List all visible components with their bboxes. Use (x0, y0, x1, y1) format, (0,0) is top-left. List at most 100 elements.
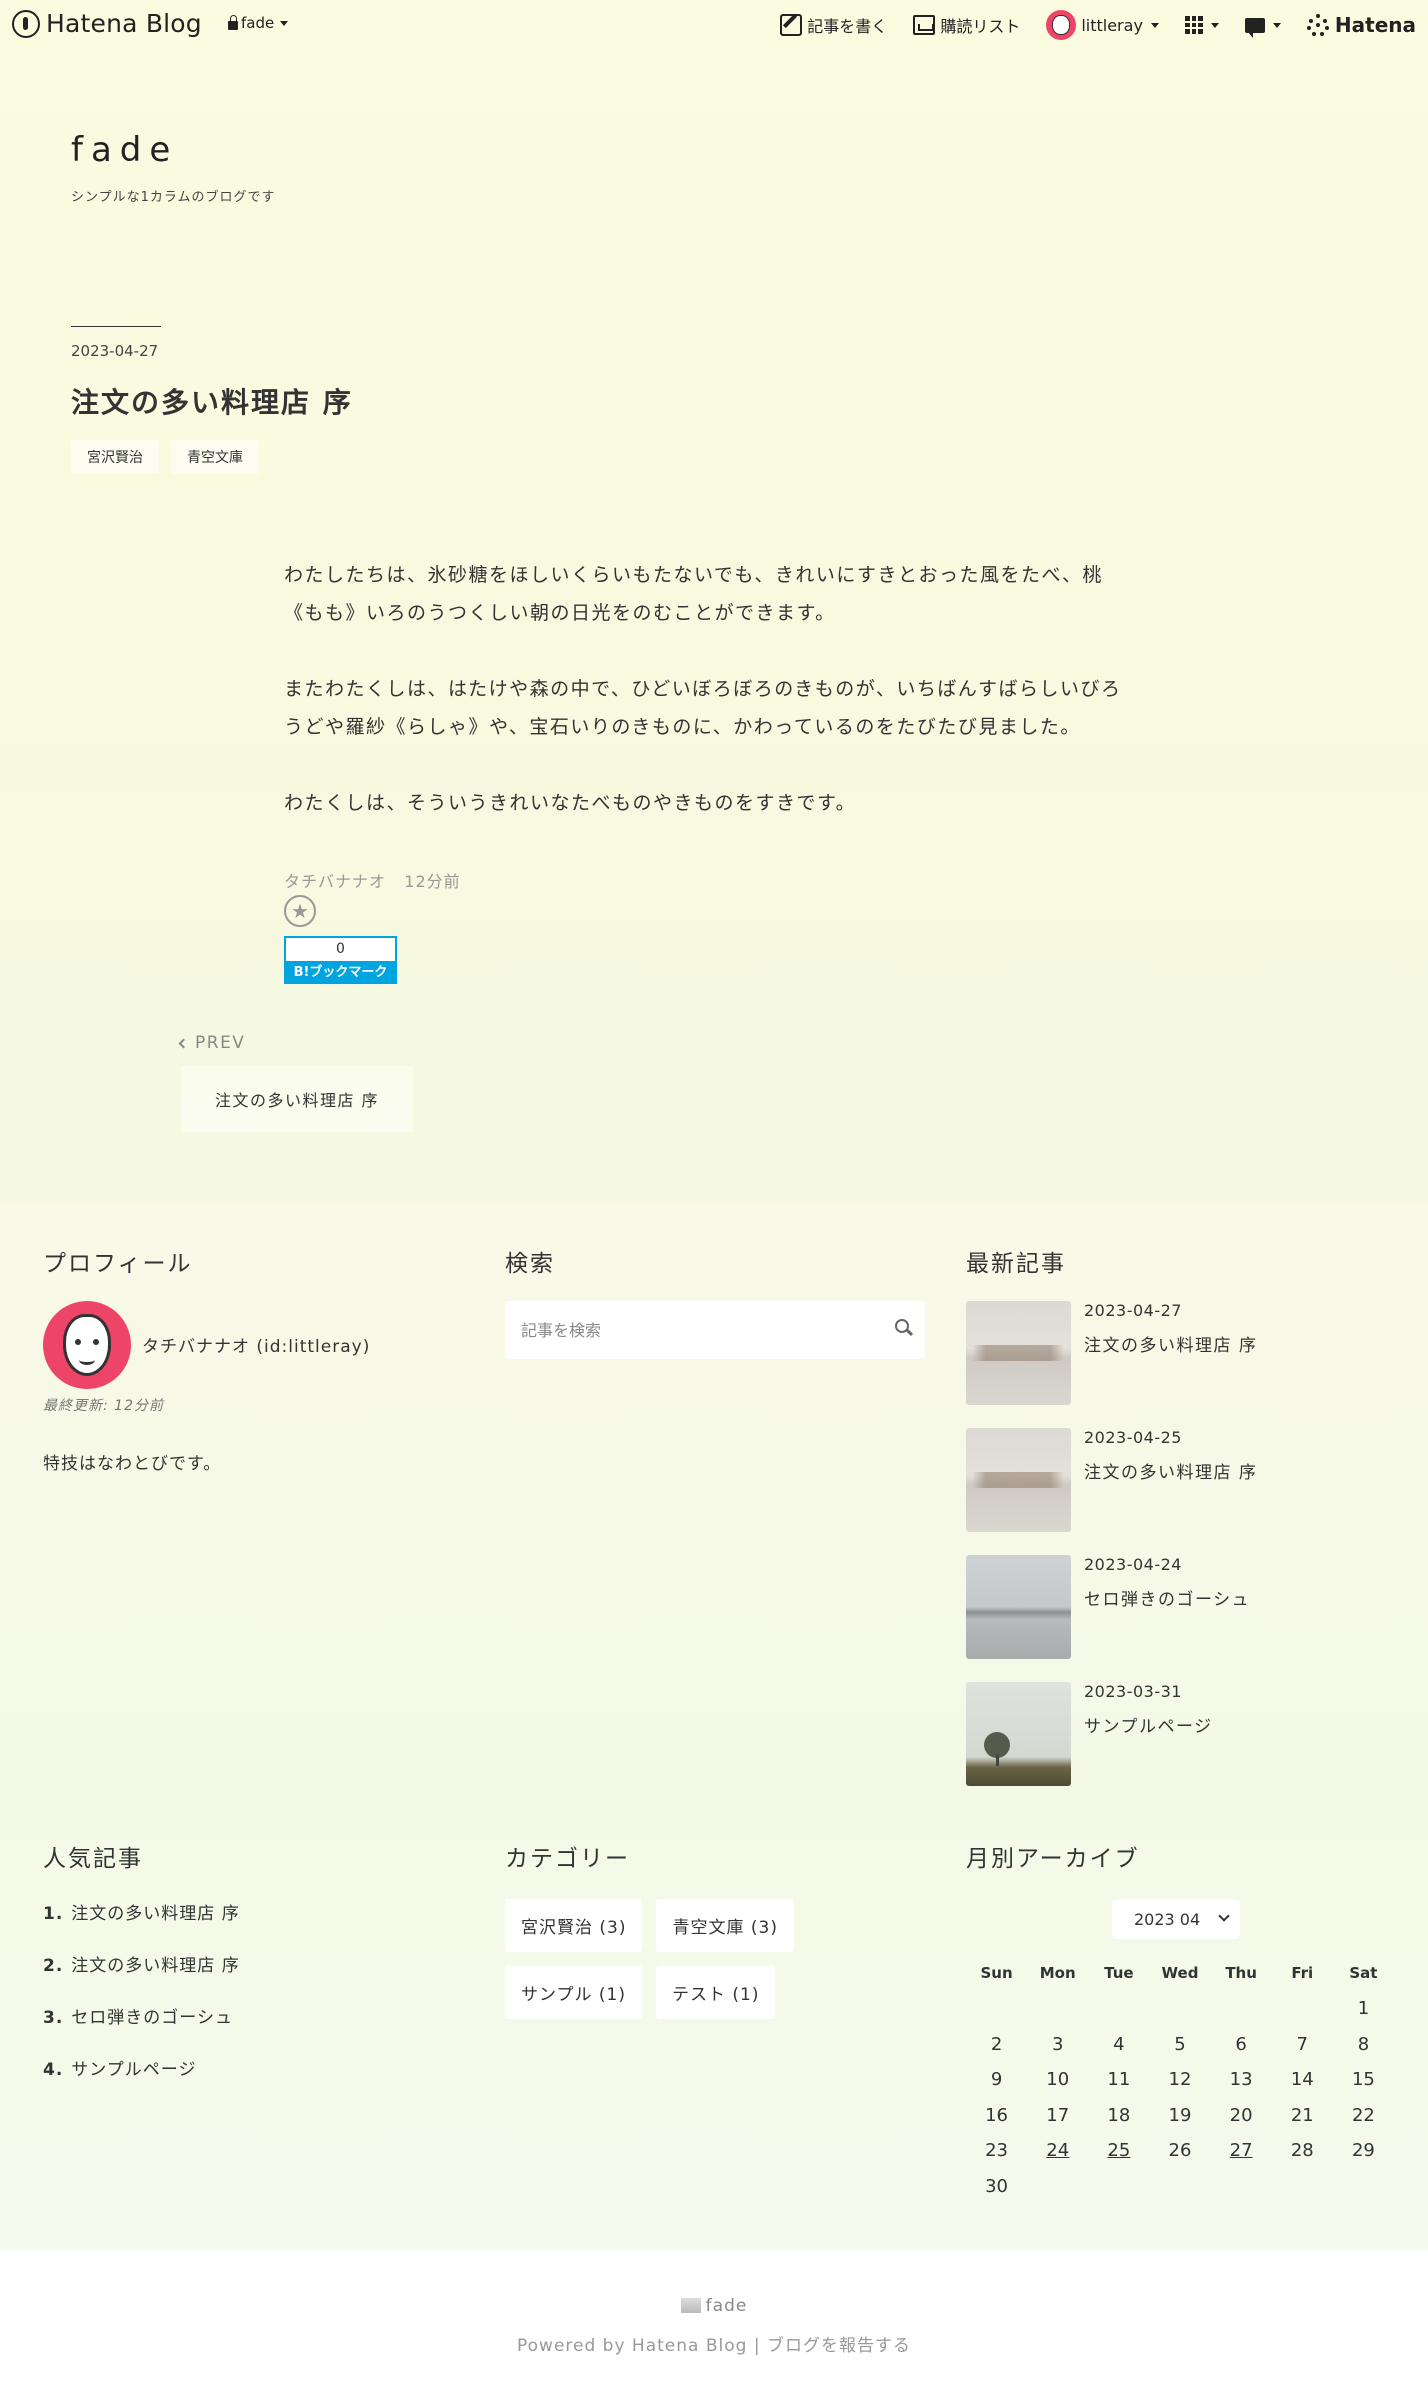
recent-entries-heading: 最新記事 (966, 1251, 1066, 1277)
calendar-weekday: Tue (1104, 1964, 1134, 1982)
calendar-day-link[interactable]: 25 (1088, 2133, 1149, 2169)
footer-powered: Powered by Hatena Blog | ブログを報告する (0, 2331, 1428, 2356)
calendar-day: 5 (1174, 2033, 1186, 2055)
apps-grid-icon (1184, 16, 1203, 34)
recent-entry-thumbnail[interactable] (966, 1682, 1071, 1786)
entry-time-ago[interactable]: 12分前 (404, 872, 460, 891)
popular-entry[interactable]: 2. 注文の多い料理店 序 (43, 1951, 240, 2003)
recent-entry-title[interactable]: 注文の多い料理店 序 (1084, 1331, 1257, 1356)
calendar-day (1088, 2169, 1149, 2205)
reading-list-link[interactable]: 購読リスト (913, 13, 1020, 37)
entry-category-tag[interactable]: 青空文庫 (171, 440, 259, 474)
apps-menu[interactable] (1184, 16, 1219, 34)
category-link[interactable]: サンプル (1) (505, 1966, 642, 2019)
entry-author[interactable]: タチバナナオ (284, 872, 386, 891)
recent-entry-thumbnail[interactable] (966, 1428, 1071, 1532)
profile-heading: プロフィール (43, 1251, 193, 1277)
archive-month-select[interactable]: 2023 04 (1112, 1899, 1240, 1939)
categories-heading: カテゴリー (505, 1846, 630, 1872)
hatena-brand-label: Hatena (1334, 13, 1416, 37)
caret-down-icon (1210, 22, 1219, 28)
calendar-day (1149, 1991, 1210, 2027)
archive-calendar: Sun Mon Tue Wed Thu Fri Sat 1 2 3 4 5 6 7 8 9 10 11 12 13 1… (966, 1955, 1394, 2204)
inbox-icon (913, 15, 936, 35)
calendar-day-link[interactable]: 24 (1027, 2133, 1088, 2169)
recent-entry-thumbnail[interactable] (966, 1301, 1071, 1405)
category-list: 宮沢賢治 (3) 青空文庫 (3) サンプル (1) テスト (1) (505, 1899, 925, 2019)
write-entry-link[interactable]: 記事を書く (780, 13, 887, 37)
recent-entry[interactable]: 2023-04-27 注文の多い料理店 序 (966, 1301, 1396, 1405)
recent-entry[interactable]: 2023-04-25 注文の多い料理店 序 (966, 1428, 1396, 1532)
calendar-day: 26 (1168, 2140, 1192, 2162)
pager-prev-link[interactable]: 注文の多い料理店 序 (181, 1066, 413, 1132)
recent-entry-title[interactable]: セロ弾きのゴーシュ (1084, 1585, 1250, 1610)
user-menu[interactable]: littleray (1046, 10, 1159, 40)
profile-name[interactable]: タチバナナオ (id:littleray) (142, 1332, 370, 1357)
calendar-weekday: Wed (1161, 1964, 1199, 1982)
popular-entry-title[interactable]: 注文の多い料理店 序 (71, 1904, 239, 1924)
popular-entry-rank: 2. (43, 1956, 64, 1976)
entry-paragraph: わたしたちは、氷砂糖をほしいくらいもたないでも、きれいにすきとおった風をたべ、桃… (284, 564, 1104, 624)
popular-entry[interactable]: 1. 注文の多い料理店 序 (43, 1899, 240, 1951)
calendar-day (1027, 2169, 1088, 2205)
category-link[interactable]: 宮沢賢治 (3) (505, 1899, 643, 1952)
report-blog-link[interactable]: ブログを報告する (767, 2336, 911, 2356)
recent-entry[interactable]: 2023-04-24 セロ弾きのゴーシュ (966, 1555, 1396, 1659)
category-link[interactable]: 青空文庫 (3) (656, 1899, 794, 1952)
calendar-day (1027, 1991, 1088, 2027)
hatena-dots-icon (1306, 14, 1329, 36)
calendar-day-link[interactable]: 27 (1211, 2133, 1272, 2169)
notifications-menu[interactable] (1244, 17, 1281, 38)
popular-entries-heading: 人気記事 (43, 1846, 143, 1872)
popular-entry-title[interactable]: 注文の多い料理店 序 (71, 1956, 239, 1976)
search-input[interactable] (521, 1320, 881, 1340)
calendar-day (966, 1991, 1027, 2027)
calendar-week: 9 10 11 12 13 14 15 (966, 2062, 1394, 2098)
add-star-button[interactable]: ★ (284, 895, 316, 927)
calendar-day: 7 (1296, 2033, 1308, 2055)
search-icon[interactable] (895, 1319, 911, 1335)
recent-entry-thumbnail[interactable] (966, 1555, 1071, 1659)
entry-category-tag[interactable]: 宮沢賢治 (71, 440, 159, 474)
recent-entry[interactable]: 2023-03-31 サンプルページ (966, 1682, 1396, 1786)
entry-date[interactable]: 2023-04-27 (71, 342, 158, 360)
calendar-day (1211, 1991, 1272, 2027)
recent-entry-title[interactable]: サンプルページ (1084, 1712, 1213, 1737)
calendar-day: 28 (1290, 2140, 1314, 2162)
popular-entry-title[interactable]: サンプルページ (71, 2060, 196, 2080)
hatena-brand-link[interactable]: Hatena (1306, 13, 1416, 37)
blog-description: シンプルな1カラムのブログです (71, 190, 276, 205)
calendar-day: 11 (1107, 2069, 1131, 2091)
popular-entry[interactable]: 4. サンプルページ (43, 2055, 240, 2107)
calendar-day: 10 (1046, 2069, 1070, 2091)
footer-blog-link[interactable]: fade (0, 2296, 1428, 2316)
calendar-day: 19 (1168, 2104, 1192, 2126)
blog-title[interactable]: fade (71, 130, 178, 170)
star-icon: ★ (291, 899, 309, 923)
calendar-day (1272, 1991, 1333, 2027)
calendar-day: 30 (985, 2175, 1009, 2197)
entry-paragraph: わたくしは、そういうきれいなたべものやきものをすきです。 (284, 792, 857, 814)
entry-title[interactable]: 注文の多い料理店 序 (71, 381, 353, 421)
entry-footer-meta: タチバナナオ 12分前 (284, 868, 461, 892)
calendar-week: 23 24 25 26 27 28 29 (966, 2133, 1394, 2169)
profile-avatar[interactable] (43, 1301, 131, 1389)
calendar-day (1149, 2169, 1210, 2205)
powered-by-link[interactable]: Powered by Hatena Blog (517, 2336, 747, 2356)
hatena-bookmark-button[interactable]: 0 B!ブックマーク (284, 936, 397, 984)
popular-entry-title[interactable]: セロ弾きのゴーシュ (71, 2008, 233, 2028)
calendar-day: 17 (1046, 2104, 1070, 2126)
category-link[interactable]: テスト (1) (655, 1966, 776, 2019)
lock-icon (228, 14, 238, 30)
chevron-left-icon (178, 1038, 189, 1048)
calendar-day: 4 (1113, 2033, 1125, 2055)
hatena-blog-logo[interactable]: Hatena Blog (12, 9, 202, 38)
blog-switcher[interactable]: fade (228, 14, 289, 32)
calendar-week: 16 17 18 19 20 21 22 (966, 2098, 1394, 2134)
popular-entry[interactable]: 3. セロ弾きのゴーシュ (43, 2003, 240, 2055)
calendar-day: 2 (990, 2033, 1003, 2055)
calendar-day: 6 (1235, 2033, 1247, 2055)
popular-entry-rank: 3. (43, 2008, 64, 2028)
recent-entry-title[interactable]: 注文の多い料理店 序 (1084, 1458, 1257, 1483)
calendar-day: 9 (990, 2069, 1003, 2091)
